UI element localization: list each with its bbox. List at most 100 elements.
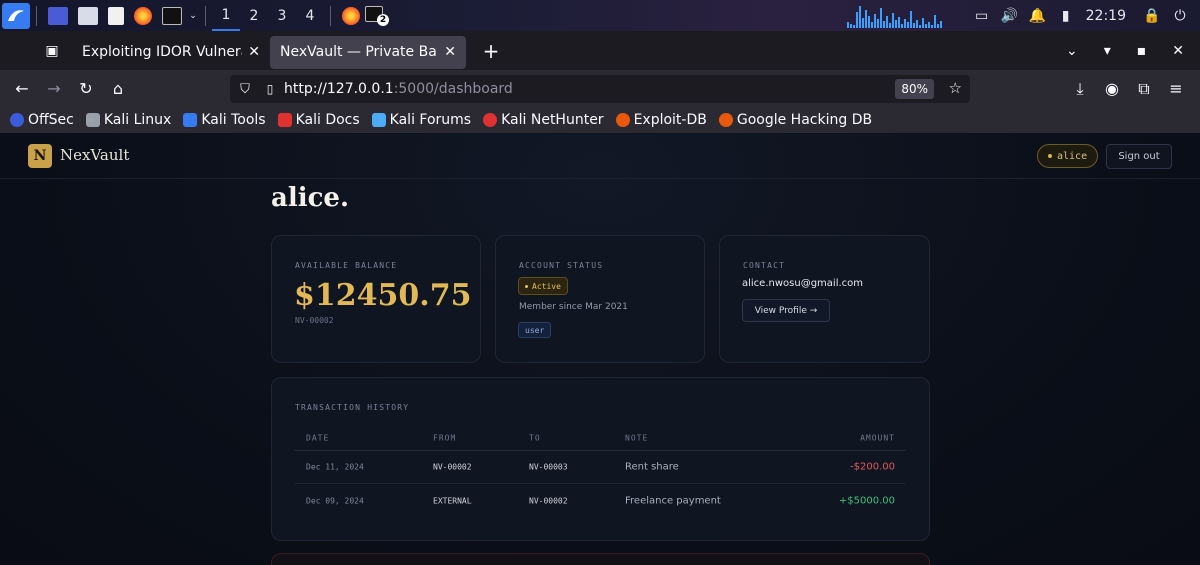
list-all-tabs-icon[interactable]: ⌄ [1066,43,1078,59]
firefox-icon[interactable] [134,6,152,25]
home-icon[interactable]: ⌂ [102,79,134,98]
role-badge: user [518,322,552,338]
close-tab-icon[interactable]: ✕ [444,44,456,60]
status-label: ACCOUNT STATUS [519,261,604,270]
status-dot-icon [1048,154,1052,158]
kali-docs-icon [277,113,292,127]
workspace-2[interactable]: 2 [240,8,268,24]
reload-icon[interactable]: ↻ [70,79,102,98]
bookmark-exploit-db[interactable]: Exploit-DB [615,112,707,128]
tx-from: NV-00002 [433,462,472,472]
workspace-1[interactable]: 1 [212,0,240,31]
bookmark-kali-docs[interactable]: Kali Docs [277,112,360,128]
browser-tab-bar: ▣ Exploiting IDOR Vulnerabilities ✕ NexV… [0,31,1200,70]
url-host: http://127.0.0.1 [284,81,394,97]
account-icon[interactable]: ◉ [1100,79,1124,98]
bookmark-kali-linux[interactable]: Kali Linux [85,112,172,128]
col-note: NOTE [625,433,649,442]
maximize-icon[interactable]: ▪ [1137,43,1147,59]
tx-amount: +$5000.00 [838,495,895,506]
tab-list-icon[interactable]: ▣ [32,43,72,59]
offsec-icon [10,113,24,127]
lock-icon[interactable]: 🔒 [1143,8,1160,24]
transaction-table: DATE FROM TO NOTE AMOUNT Dec 11, 2024 NV… [294,425,906,517]
tab-exploiting-idor[interactable]: Exploiting IDOR Vulnerabilities ✕ [72,36,270,69]
bookmark-label: Exploit-DB [633,112,707,128]
address-bar[interactable]: ⛉ ▯ http://127.0.0.1:5000/dashboard 80% … [230,75,970,103]
tab-label: NexVault — Private Banking [280,44,438,60]
tx-note: Rent share [625,461,679,473]
bookmark-label: Kali Docs [295,112,360,128]
bookmark-kali-nethunter[interactable]: Kali NetHunter [483,112,604,128]
bookmark-kali-forums[interactable]: Kali Forums [371,112,471,128]
clipboard-icon[interactable]: ▮ [1058,8,1074,24]
bookmark-label: OffSec [28,112,74,128]
power-icon[interactable]: ⏻ [1172,8,1188,24]
kali-dragon-icon [85,113,100,127]
contact-card: CONTACT alice.nwosu@gmail.com View Profi… [719,235,930,363]
tab-label: Exploiting IDOR Vulnerabilities [82,44,242,60]
bookmark-kali-tools[interactable]: Kali Tools [183,112,266,128]
sign-out-button[interactable]: Sign out [1106,144,1172,169]
bookmark-google-hacking-db[interactable]: Google Hacking DB [718,112,873,128]
volume-icon[interactable]: 🔊 [1001,8,1018,24]
kali-menu-button[interactable] [0,0,30,31]
forward-arrow-icon[interactable]: → [38,79,70,98]
bookmark-star-icon[interactable]: ☆ [949,79,962,97]
page-info-icon[interactable]: ▯ [260,82,280,96]
bookmark-label: Kali Linux [103,112,172,128]
clock[interactable]: 22:19 [1086,8,1126,24]
url-path: :5000/dashboard [393,81,513,97]
extensions-icon[interactable]: ⧉ [1132,79,1156,99]
show-desktop-icon[interactable] [48,6,68,25]
col-from: FROM [433,433,457,442]
bookmark-label: Google Hacking DB [736,112,873,128]
close-window-icon[interactable]: ✕ [1172,43,1184,59]
minimize-icon[interactable]: ▾ [1104,43,1111,59]
downloads-icon[interactable]: ⤓ [1068,79,1092,99]
tab-nexvault[interactable]: NexVault — Private Banking ✕ [270,35,466,69]
status-badge: Active [518,277,568,295]
terminal-icon[interactable] [162,6,182,25]
transaction-history-title: TRANSACTION HISTORY [295,403,410,412]
terminal-window-button[interactable]: 2 [365,5,389,26]
balance-amount: $12450.75 [294,278,472,313]
workspace-3[interactable]: 3 [268,8,296,24]
text-editor-icon[interactable] [108,6,124,25]
brand-name[interactable]: NexVault [60,146,129,164]
workspace-4[interactable]: 4 [296,8,324,24]
close-tab-icon[interactable]: ✕ [248,44,260,60]
kali-forums-icon [371,113,386,127]
display-icon[interactable]: ▭ [974,8,990,24]
tx-to: NV-00002 [529,496,568,505]
back-arrow-icon[interactable]: ← [6,79,38,98]
page-title: alice. [271,183,350,213]
menu-icon[interactable]: ≡ [1164,79,1188,98]
chevron-down-icon[interactable]: ⌄ [187,8,199,24]
kali-logo-icon [2,2,30,29]
kali-tools-icon [183,113,198,127]
brand-logo[interactable]: N [28,144,52,168]
tracking-shield-icon[interactable]: ⛉ [230,82,260,97]
bookmark-label: Kali Tools [201,112,266,128]
table-row: Dec 09, 2024 EXTERNAL NV-00002 Freelance… [294,484,906,517]
firefox-window-icon[interactable] [342,6,360,25]
url-text[interactable]: http://127.0.0.1:5000/dashboard [284,81,513,97]
site-header: N NexVault alice Sign out [0,133,1200,179]
zoom-level-badge[interactable]: 80% [895,79,934,99]
col-amount: AMOUNT [860,433,895,442]
file-manager-icon[interactable] [78,6,98,25]
nethunter-icon [483,113,498,127]
new-tab-button[interactable]: + [476,39,506,63]
ghdb-icon [718,113,733,127]
col-to: TO [529,433,541,442]
window-count-badge: 2 [377,13,389,26]
taskbar-separator [205,5,206,26]
status-text: Active [532,281,561,291]
partial-card [271,553,930,565]
view-profile-button[interactable]: View Profile → [742,299,830,322]
bookmark-offsec[interactable]: OffSec [10,112,74,128]
notification-bell-icon[interactable]: 🔔 [1029,8,1046,24]
contact-email: alice.nwosu@gmail.com [742,278,864,289]
tx-note: Freelance payment [625,495,721,506]
